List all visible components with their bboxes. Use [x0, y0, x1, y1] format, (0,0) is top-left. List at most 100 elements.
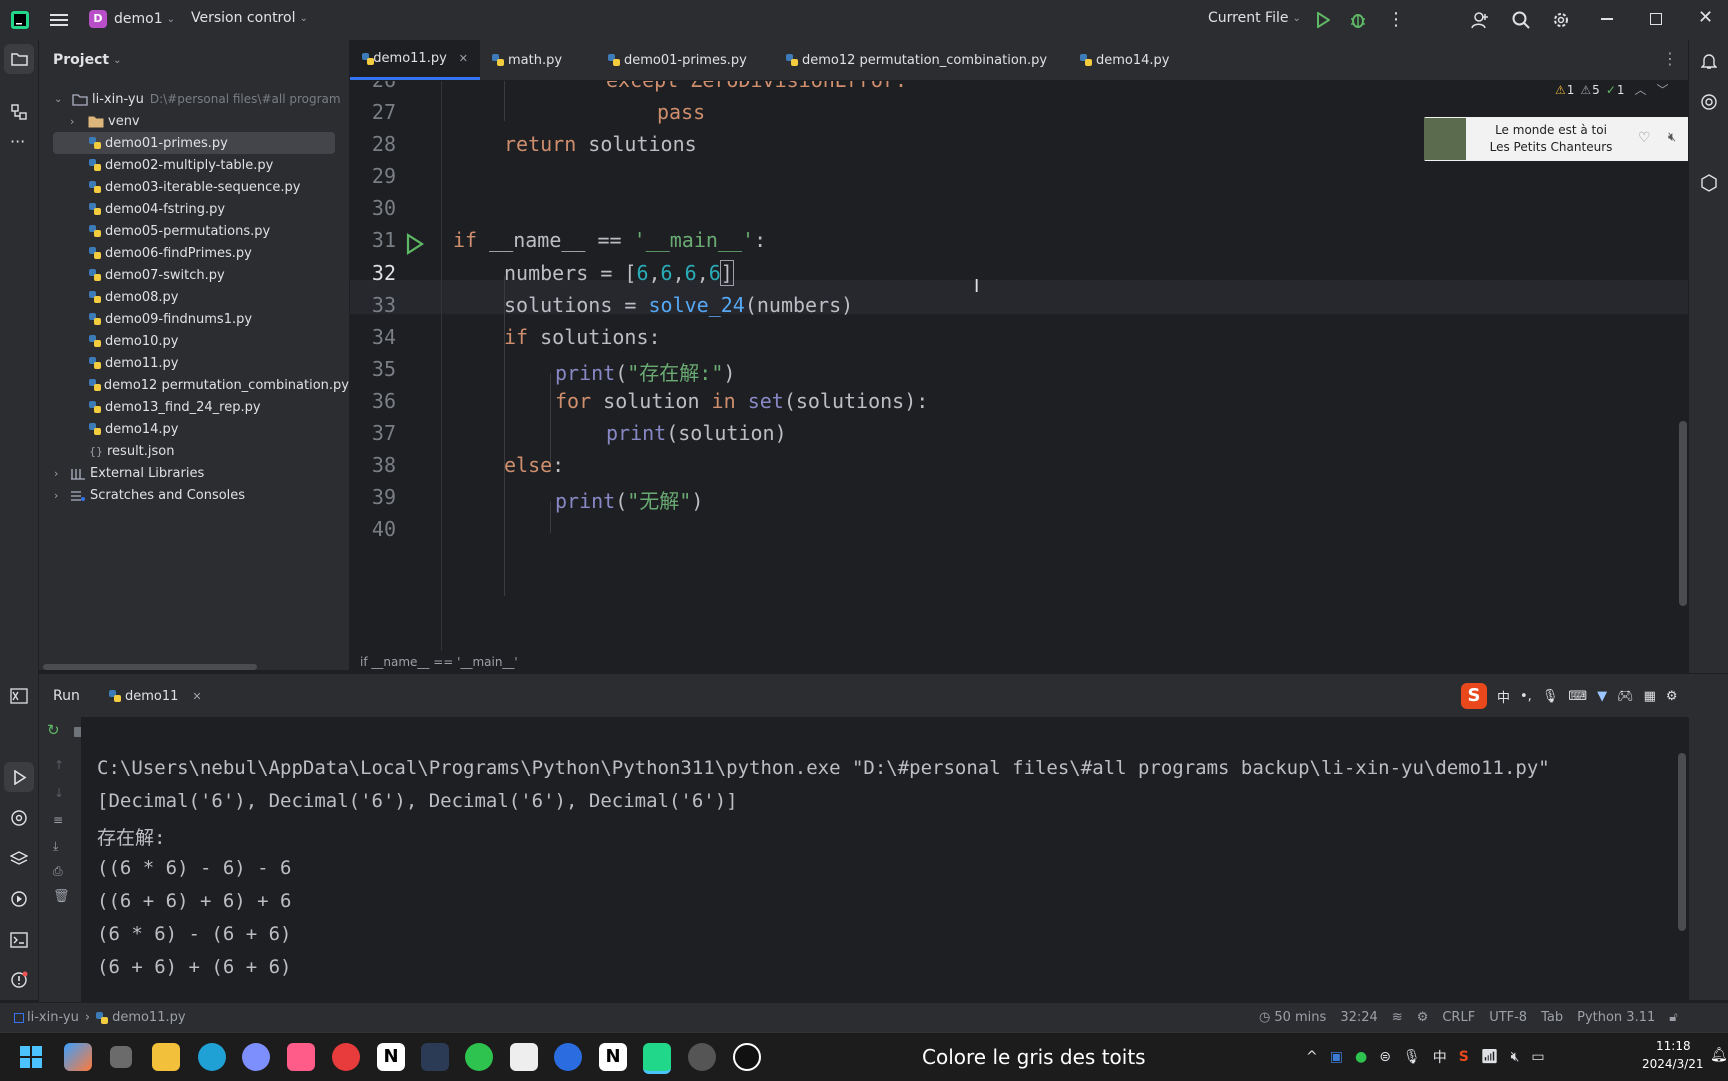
- tree-item-demo05[interactable]: demo05-permutations.py: [39, 220, 349, 242]
- clear-all-icon[interactable]: 🗑︎: [53, 889, 70, 904]
- run-config-selector[interactable]: Current File ⌄: [1208, 10, 1301, 26]
- chrome-icon[interactable]: [688, 1043, 716, 1071]
- horizontal-scrollbar[interactable]: [43, 664, 257, 670]
- bilibili-icon[interactable]: [287, 1043, 315, 1071]
- tree-item-demo04[interactable]: demo04-fstring.py: [39, 198, 349, 220]
- vertical-scrollbar[interactable]: [1678, 753, 1686, 931]
- grid-icon[interactable]: ▦: [1644, 689, 1656, 704]
- tray-app-icon[interactable]: ▣: [1330, 1049, 1343, 1065]
- skin-icon[interactable]: ▼: [1597, 689, 1607, 704]
- debug-icon[interactable]: [1349, 11, 1367, 29]
- microphone-icon[interactable]: 🎙︎: [1542, 689, 1559, 704]
- tray-app-icon[interactable]: ⊜: [1379, 1049, 1391, 1065]
- inspection-profile-icon[interactable]: ⚙: [1417, 1010, 1429, 1025]
- tree-item-demo01-primes[interactable]: demo01-primes.py: [53, 132, 335, 154]
- copilot-app-icon[interactable]: [64, 1043, 92, 1071]
- tab-demo11[interactable]: demo11.py ✕: [350, 40, 480, 80]
- more-actions-icon[interactable]: ⋮: [1387, 9, 1405, 30]
- run-icon[interactable]: [1316, 12, 1330, 28]
- run-tool-button[interactable]: [4, 762, 34, 792]
- vcs-selector[interactable]: Version control ⌄: [191, 10, 308, 26]
- file-encoding[interactable]: UTF-8: [1489, 1010, 1527, 1025]
- structure-icon[interactable]: [11, 104, 28, 121]
- settings-gear-icon[interactable]: [1552, 11, 1570, 29]
- pycharm-logo-icon[interactable]: [10, 10, 30, 30]
- windows-start-icon[interactable]: [20, 1046, 42, 1068]
- code-with-me-icon[interactable]: [1471, 11, 1489, 29]
- tree-item-demo07[interactable]: demo07-switch.py: [39, 264, 349, 286]
- ime-toolbar[interactable]: S 中 •, 🎙︎ ⌨ ▼ 🎮︎ ▦ ⚙: [1461, 682, 1678, 710]
- tree-item-demo02[interactable]: demo02-multiply-table.py: [39, 154, 349, 176]
- run-gutter-icon[interactable]: [403, 233, 425, 255]
- status-project[interactable]: li-xin-yu: [27, 1010, 79, 1025]
- project-selector[interactable]: D demo1 ⌄: [89, 10, 175, 28]
- pycharm-taskbar-icon[interactable]: [643, 1043, 671, 1074]
- qq-icon[interactable]: [733, 1043, 761, 1071]
- terminal-icon[interactable]: [10, 931, 28, 949]
- notion-icon[interactable]: N: [377, 1043, 405, 1071]
- notion-icon[interactable]: N: [599, 1043, 627, 1071]
- tree-item-demo09[interactable]: demo09-findnums1.py: [39, 308, 349, 330]
- edge-browser-icon[interactable]: [198, 1043, 226, 1071]
- tree-item-venv[interactable]: › venv: [39, 110, 349, 132]
- netease-music-icon[interactable]: [332, 1043, 360, 1071]
- scroll-to-end-icon[interactable]: ⤓: [53, 839, 58, 854]
- breadcrumb[interactable]: if __name__ == '__main__': [350, 651, 1688, 673]
- search-icon[interactable]: [1512, 11, 1530, 29]
- ime-mode[interactable]: 中: [1497, 687, 1510, 706]
- clock-time[interactable]: 11:18: [1656, 1039, 1691, 1053]
- tray-app-icon[interactable]: ●: [1355, 1049, 1367, 1065]
- layers-icon[interactable]: [10, 850, 28, 868]
- project-tool-button[interactable]: [4, 44, 34, 74]
- tab-actions-icon[interactable]: ⋮: [1662, 49, 1678, 68]
- tree-item-external-libraries[interactable]: › External Libraries: [39, 462, 349, 484]
- close-tab-icon[interactable]: ✕: [192, 690, 201, 703]
- tree-item-demo10[interactable]: demo10.py: [39, 330, 349, 352]
- arrow-up-icon[interactable]: ↑: [54, 758, 64, 772]
- rerun-icon[interactable]: ↻: [47, 721, 60, 739]
- close-tab-icon[interactable]: ✕: [459, 52, 468, 65]
- file-explorer-icon[interactable]: [152, 1043, 180, 1071]
- time-tracker[interactable]: ◷ 50 mins: [1259, 1010, 1326, 1025]
- code-editor[interactable]: 26 27 28 29 30 31 32 33 34 35 36 37 38 3…: [350, 81, 1688, 651]
- minimize-window-icon[interactable]: [1601, 18, 1613, 20]
- wechat-icon[interactable]: [465, 1043, 493, 1071]
- tree-item-demo13[interactable]: demo13_find_24_rep.py: [39, 396, 349, 418]
- breadcrumb-item[interactable]: if __name__ == '__main__': [360, 655, 518, 669]
- chevron-up-icon[interactable]: ^: [1306, 1049, 1318, 1065]
- tree-item-demo12[interactable]: demo12 permutation_combination.py: [39, 374, 349, 396]
- services-icon[interactable]: [10, 890, 28, 908]
- arrow-down-icon[interactable]: ↓: [54, 786, 64, 800]
- tree-item-demo14[interactable]: demo14.py: [39, 418, 349, 440]
- tab-demo12[interactable]: demo12 permutation_combination.py: [774, 40, 1059, 80]
- volume-mute-icon[interactable]: 🔇︎: [1511, 1049, 1520, 1065]
- print-icon[interactable]: ⎙: [53, 864, 63, 879]
- more-tools-icon[interactable]: ···: [10, 132, 25, 151]
- tab-demo01-primes[interactable]: demo01-primes.py: [596, 40, 759, 80]
- chevron-up-icon[interactable]: ︿: [1635, 81, 1647, 98]
- run-panel-title[interactable]: Run: [53, 688, 80, 704]
- chevron-down-icon[interactable]: ﹀: [1657, 81, 1669, 98]
- python-interpreter[interactable]: Python 3.11: [1577, 1010, 1655, 1025]
- chat-app-icon[interactable]: [242, 1043, 270, 1071]
- heart-icon[interactable]: ♡: [1638, 130, 1651, 146]
- tab-demo14[interactable]: demo14.py: [1068, 40, 1182, 80]
- battery-icon[interactable]: ▭: [1531, 1049, 1544, 1065]
- microphone-icon[interactable]: 🎙︎: [1403, 1049, 1421, 1065]
- music-player-popup[interactable]: Le monde est à toi Les Petits Chanteurs …: [1424, 117, 1726, 161]
- tab-math[interactable]: math.py: [480, 40, 574, 80]
- tree-item-demo03[interactable]: demo03-iterable-sequence.py: [39, 176, 349, 198]
- main-menu-icon[interactable]: [50, 12, 68, 28]
- punctuation-icon[interactable]: •,: [1520, 689, 1532, 704]
- sogou-tray-icon[interactable]: S: [1459, 1049, 1469, 1065]
- tree-item-demo06[interactable]: demo06-findPrimes.py: [39, 242, 349, 264]
- caret-position[interactable]: 32:24: [1340, 1010, 1377, 1025]
- line-separator[interactable]: CRLF: [1442, 1010, 1475, 1025]
- ai-completion-icon[interactable]: ≋: [1392, 1010, 1403, 1025]
- problems-icon[interactable]: [10, 971, 28, 989]
- tree-item-result-json[interactable]: {} result.json: [39, 440, 349, 462]
- vertical-scrollbar[interactable]: [1679, 421, 1687, 606]
- inspection-widget[interactable]: ⚠ 1 ⚠ 5 ✓ 1 ︿ ﹀: [1555, 81, 1669, 98]
- wifi-icon[interactable]: 📶︎: [1481, 1049, 1499, 1065]
- close-window-icon[interactable]: ✕: [1698, 7, 1713, 28]
